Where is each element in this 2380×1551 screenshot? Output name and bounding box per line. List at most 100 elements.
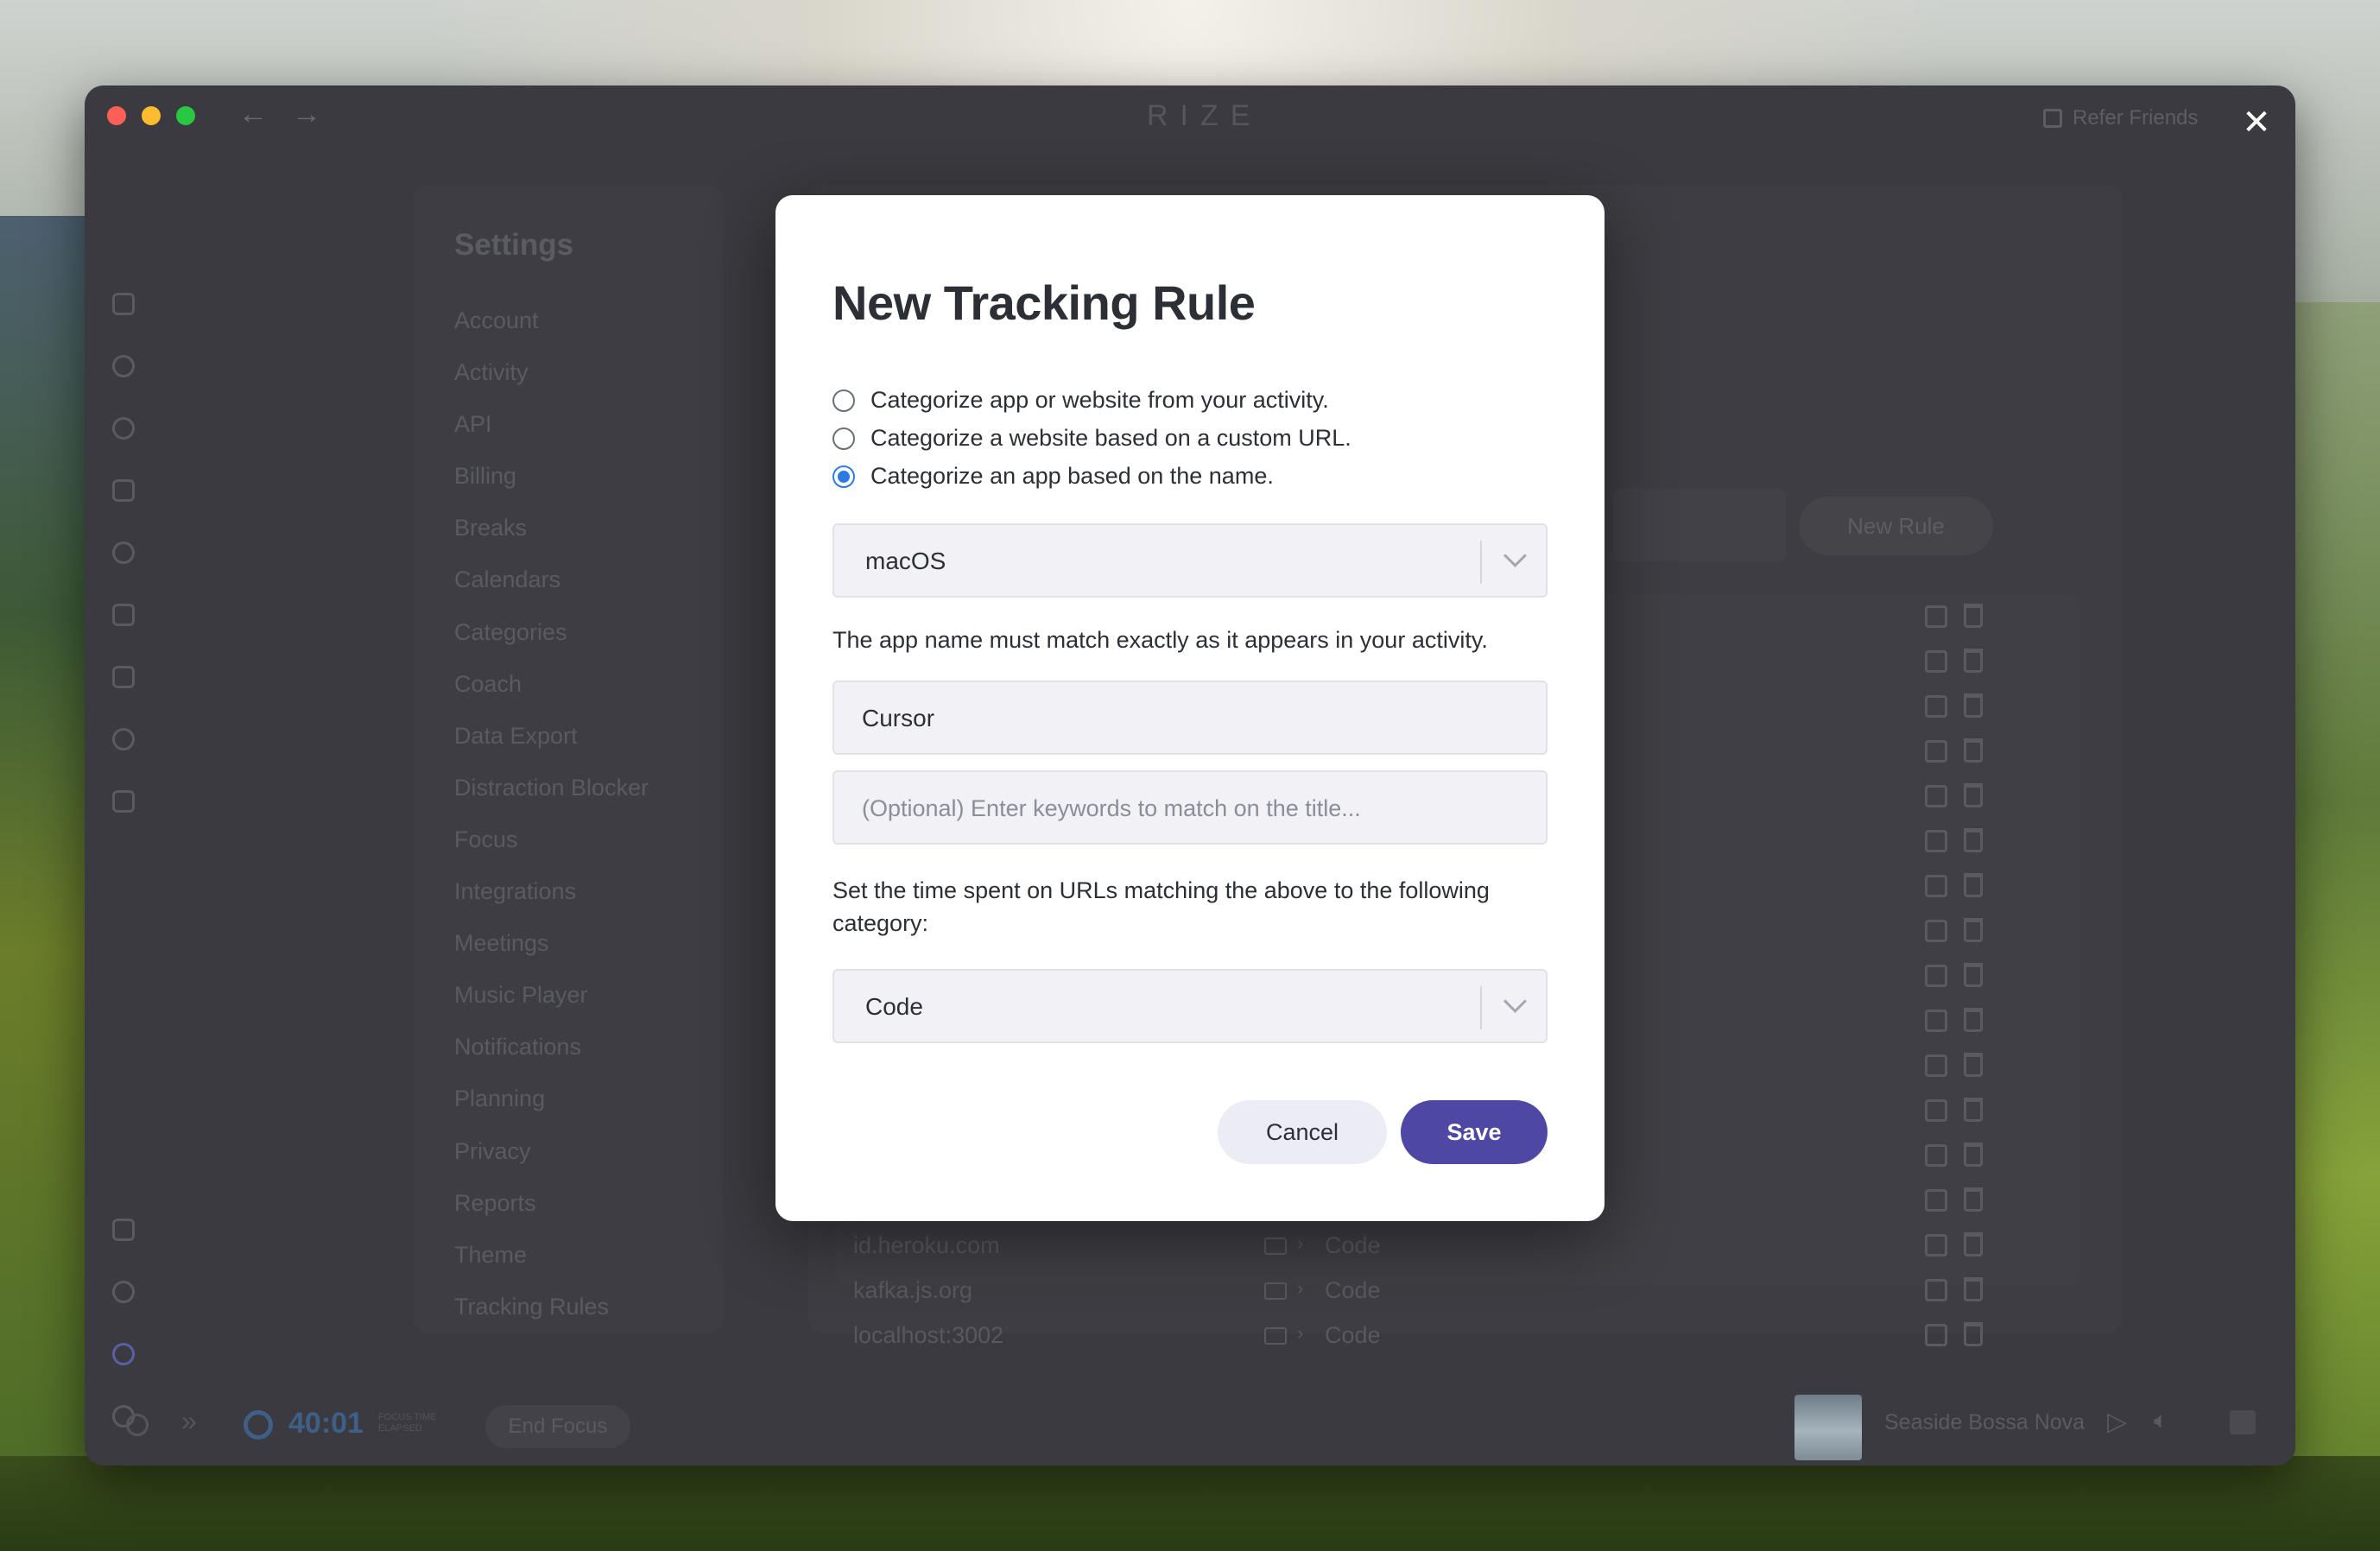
settings-item-integrations[interactable]: Integrations xyxy=(454,865,649,917)
trash-icon[interactable] xyxy=(1964,1098,1983,1122)
trash-icon[interactable] xyxy=(1964,783,1983,807)
settings-item-account[interactable]: Account xyxy=(454,294,649,346)
edit-icon[interactable] xyxy=(1925,920,1947,942)
app-name-input[interactable]: Cursor xyxy=(832,681,1548,755)
volume-icon[interactable]: 🔈︎ xyxy=(2154,1407,2168,1435)
radio-custom-url[interactable] xyxy=(832,427,855,450)
globe-icon[interactable] xyxy=(112,728,135,750)
settings-item-theme[interactable]: Theme xyxy=(454,1229,649,1281)
edit-icon[interactable] xyxy=(1925,605,1947,628)
trash-icon[interactable] xyxy=(1964,963,1983,987)
settings-item-tracking-rules[interactable]: Tracking Rules xyxy=(414,1281,723,1333)
trash-icon[interactable] xyxy=(1964,693,1983,718)
people-icon[interactable] xyxy=(112,541,135,564)
table-row[interactable]: localhost:3002 › Code xyxy=(836,1314,2079,1358)
play-icon[interactable]: ▷ xyxy=(2107,1407,2127,1437)
option-activity[interactable]: Categorize app or website from your acti… xyxy=(832,387,1329,414)
table-row[interactable]: kafka.js.org › Code xyxy=(836,1269,2079,1314)
cube-icon[interactable] xyxy=(112,479,135,502)
timer-icon[interactable] xyxy=(112,355,135,377)
settings-item-data-export[interactable]: Data Export xyxy=(454,710,649,762)
lightning-icon[interactable] xyxy=(112,790,135,813)
trash-icon[interactable] xyxy=(1964,649,1983,673)
category-select[interactable]: Code xyxy=(832,969,1548,1043)
filter-select[interactable] xyxy=(1613,488,1786,562)
terminal-icon[interactable] xyxy=(112,1219,135,1241)
settings-item-activity[interactable]: Activity xyxy=(454,346,649,398)
trash-icon[interactable] xyxy=(1964,1277,1983,1301)
refer-friends-button[interactable]: Refer Friends xyxy=(2043,106,2198,130)
trash-icon[interactable] xyxy=(1964,828,1983,852)
close-window-button[interactable] xyxy=(107,106,126,125)
edit-icon[interactable] xyxy=(1925,650,1947,673)
radio-app-name[interactable] xyxy=(832,465,855,488)
settings-item-music-player[interactable]: Music Player xyxy=(454,969,649,1021)
edit-icon[interactable] xyxy=(1925,740,1947,763)
settings-item-billing[interactable]: Billing xyxy=(454,450,649,502)
edit-icon[interactable] xyxy=(1925,1189,1947,1212)
power-icon[interactable] xyxy=(126,1414,149,1436)
chevron-down-icon[interactable] xyxy=(1503,544,1527,567)
close-modal-icon[interactable]: ✕ xyxy=(2235,101,2278,144)
keywords-input[interactable]: (Optional) Enter keywords to match on th… xyxy=(832,770,1548,845)
settings-item-meetings[interactable]: Meetings xyxy=(454,917,649,969)
platform-value: macOS xyxy=(865,548,946,574)
trash-icon[interactable] xyxy=(1964,1143,1983,1167)
new-rule-button[interactable]: New Rule xyxy=(1799,497,1993,555)
edit-icon[interactable] xyxy=(1925,830,1947,852)
trash-icon[interactable] xyxy=(1964,918,1983,942)
save-button[interactable]: Save xyxy=(1401,1100,1548,1164)
fast-forward-icon[interactable]: » xyxy=(181,1405,197,1437)
end-focus-button[interactable]: End Focus xyxy=(485,1405,630,1448)
edit-icon[interactable] xyxy=(1925,1144,1947,1167)
edit-icon[interactable] xyxy=(1925,875,1947,897)
settings-item-distraction-blocker[interactable]: Distraction Blocker xyxy=(454,762,649,813)
home-icon[interactable] xyxy=(112,293,135,315)
forward-arrow-icon[interactable]: → xyxy=(292,98,321,131)
chat-icon[interactable] xyxy=(2230,1410,2256,1434)
checkbox-icon[interactable] xyxy=(112,604,135,626)
settings-item-coach[interactable]: Coach xyxy=(454,658,649,710)
minimize-window-button[interactable] xyxy=(142,106,161,125)
radio-activity[interactable] xyxy=(832,389,855,412)
trash-icon[interactable] xyxy=(1964,873,1983,897)
trash-icon[interactable] xyxy=(1964,1232,1983,1257)
settings-item-notifications[interactable]: Notifications xyxy=(454,1021,649,1073)
option-custom-url[interactable]: Categorize a website based on a custom U… xyxy=(832,425,1351,452)
cancel-button[interactable]: Cancel xyxy=(1218,1100,1387,1164)
settings-item-focus[interactable]: Focus xyxy=(454,813,649,865)
edit-icon[interactable] xyxy=(1925,1279,1947,1301)
help-icon[interactable] xyxy=(112,1281,135,1303)
settings-item-api[interactable]: API xyxy=(454,398,649,450)
back-arrow-icon[interactable]: ← xyxy=(238,98,268,131)
platform-select[interactable]: macOS xyxy=(832,523,1548,598)
option-app-name[interactable]: Categorize an app based on the name. xyxy=(832,463,1274,490)
line-chart-icon[interactable] xyxy=(112,666,135,688)
pie-chart-icon[interactable] xyxy=(112,417,135,440)
trash-icon[interactable] xyxy=(1964,604,1983,628)
table-row[interactable]: id.heroku.com › Code xyxy=(836,1224,2079,1269)
settings-item-planning[interactable]: Planning xyxy=(454,1073,649,1124)
edit-icon[interactable] xyxy=(1925,695,1947,718)
settings-item-calendars[interactable]: Calendars xyxy=(454,554,649,605)
zoom-window-button[interactable] xyxy=(176,106,195,125)
chevron-down-icon[interactable] xyxy=(1503,990,1527,1013)
rule-category: Code xyxy=(1325,1277,1381,1303)
settings-item-privacy[interactable]: Privacy xyxy=(454,1125,649,1177)
trash-icon[interactable] xyxy=(1964,1053,1983,1077)
trash-icon[interactable] xyxy=(1964,1322,1983,1346)
trash-icon[interactable] xyxy=(1964,738,1983,763)
edit-icon[interactable] xyxy=(1925,1010,1947,1032)
settings-item-reports[interactable]: Reports xyxy=(454,1177,649,1229)
trash-icon[interactable] xyxy=(1964,1008,1983,1032)
edit-icon[interactable] xyxy=(1925,1234,1947,1257)
edit-icon[interactable] xyxy=(1925,785,1947,807)
edit-icon[interactable] xyxy=(1925,1324,1947,1346)
settings-item-categories[interactable]: Categories xyxy=(454,606,649,658)
trash-icon[interactable] xyxy=(1964,1187,1983,1212)
edit-icon[interactable] xyxy=(1925,1054,1947,1077)
edit-icon[interactable] xyxy=(1925,1099,1947,1122)
edit-icon[interactable] xyxy=(1925,965,1947,987)
gear-icon[interactable] xyxy=(112,1343,135,1365)
settings-item-breaks[interactable]: Breaks xyxy=(454,502,649,554)
